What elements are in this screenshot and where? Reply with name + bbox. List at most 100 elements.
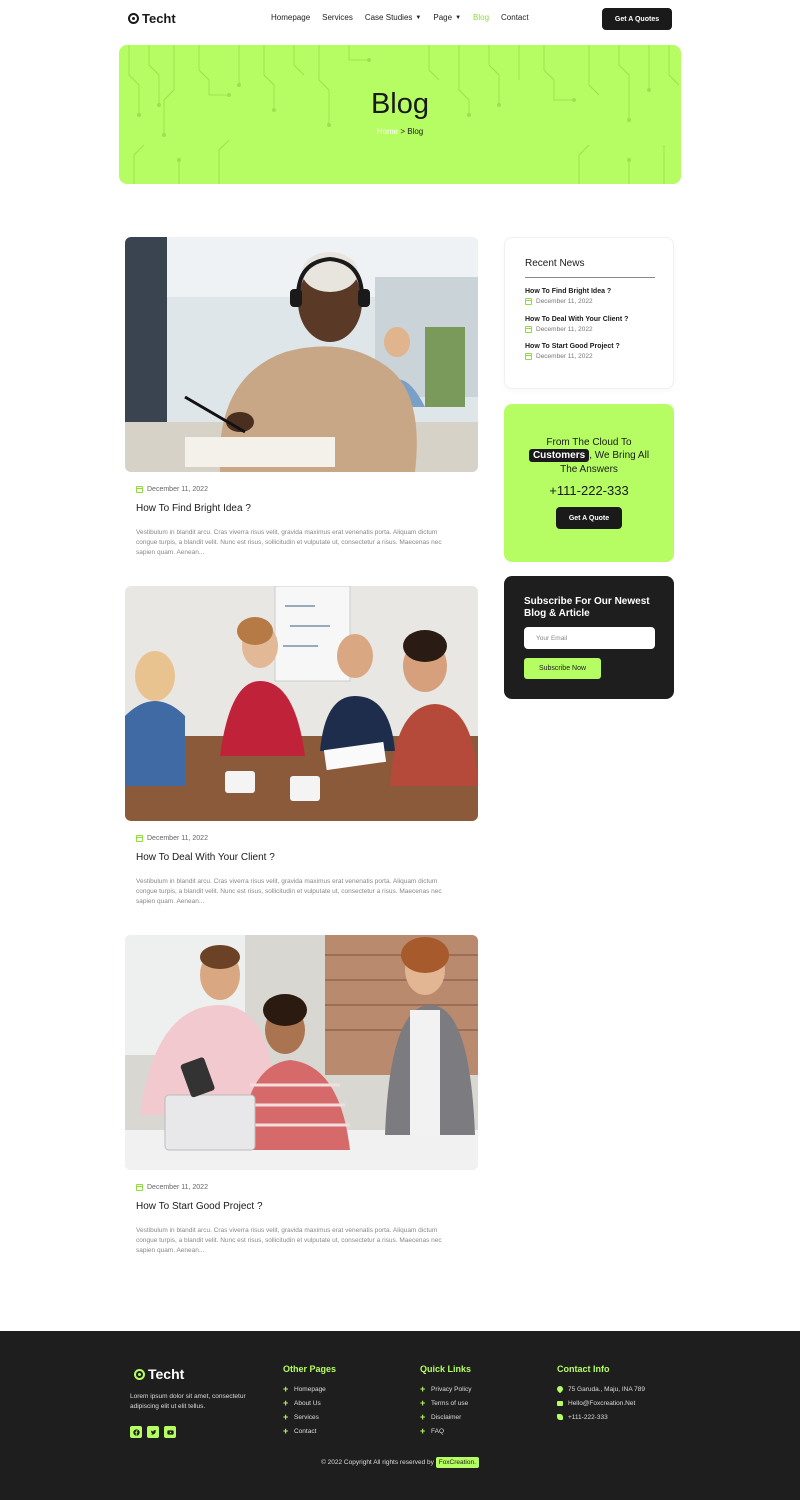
- subscribe-widget: Subscribe For Our Newest Blog & Article …: [504, 576, 674, 699]
- footer-contact-info: Contact Info 75 Garuda., Maju, INA 789 H…: [555, 1364, 645, 1424]
- post-date: December 11, 2022: [136, 835, 208, 842]
- post-date: December 11, 2022: [136, 486, 208, 493]
- page-title: Blog: [370, 88, 430, 120]
- footer-link-homepage[interactable]: + Homepage: [283, 1382, 336, 1396]
- site-footer: Techt Lorem ipsum dolor sit amet, consec…: [0, 1331, 800, 1500]
- recent-news-heading: Recent News: [525, 258, 585, 269]
- breadcrumb-current: Blog: [407, 127, 424, 136]
- news-item-link[interactable]: How To Find Bright Idea ?: [525, 288, 611, 295]
- blog-post: December 11, 2022 How To Find Bright Ide…: [125, 237, 478, 556]
- news-item-link[interactable]: How To Deal With Your Client ?: [525, 316, 628, 323]
- nav-label: Services: [322, 13, 353, 22]
- news-date-text: December 11, 2022: [536, 353, 593, 360]
- post-image[interactable]: [125, 935, 478, 1170]
- footer-column-title: Other Pages: [283, 1364, 337, 1374]
- post-date-text: December 11, 2022: [147, 835, 208, 842]
- main-nav: Homepage Services Case Studies ▼ Page ▼ Bl…: [271, 13, 529, 22]
- plus-icon: +: [420, 1426, 426, 1436]
- calendar-icon: [525, 326, 532, 333]
- plus-icon: +: [283, 1426, 289, 1436]
- plus-icon: +: [420, 1398, 426, 1408]
- footer-logo[interactable]: Techt: [134, 1366, 184, 1382]
- post-excerpt: Vestibulum in blandit arcu. Cras viverra…: [136, 878, 442, 905]
- contact-phone-text: +111-222-333: [568, 1413, 608, 1421]
- news-item: How To Start Good Project ? December 11,…: [525, 343, 620, 360]
- blog-post: December 11, 2022 How To Deal With Your …: [125, 586, 478, 905]
- footer-link-terms[interactable]: + Terms of use: [420, 1396, 471, 1410]
- post-date-text: December 11, 2022: [147, 486, 208, 493]
- copyright-brand-link[interactable]: FoxCreation.: [435, 1457, 479, 1468]
- calendar-icon: [525, 298, 532, 305]
- plus-icon: +: [283, 1398, 289, 1408]
- cta-highlight-badge: Customers: [528, 449, 590, 462]
- footer-link-privacy[interactable]: + Privacy Policy: [420, 1382, 471, 1396]
- plus-icon: +: [420, 1412, 426, 1422]
- nav-label: Contact: [501, 13, 529, 22]
- email-field[interactable]: [524, 627, 655, 649]
- footer-column-title: Contact Info: [557, 1364, 610, 1374]
- subscribe-heading: Subscribe For Our Newest Blog & Article: [524, 596, 650, 619]
- post-title-link[interactable]: How To Deal With Your Client ?: [136, 852, 275, 863]
- footer-link-disclaimer[interactable]: + Disclaimer: [420, 1410, 471, 1424]
- logo[interactable]: Techt: [128, 11, 176, 26]
- youtube-icon[interactable]: [164, 1426, 176, 1438]
- twitter-icon[interactable]: [147, 1426, 159, 1438]
- phone-icon: [557, 1414, 563, 1420]
- news-item: How To Deal With Your Client ? December …: [525, 316, 628, 333]
- nav-contact[interactable]: Contact: [501, 13, 529, 22]
- cta-text-line2: Customers, We Bring All: [504, 449, 674, 462]
- post-title-link[interactable]: How To Find Bright Idea ?: [136, 503, 251, 514]
- nav-blog[interactable]: Blog: [473, 13, 489, 22]
- logo-icon: [134, 1368, 145, 1380]
- nav-label: Page: [433, 13, 453, 22]
- news-item: How To Find Bright Idea ? December 11, 2…: [525, 288, 611, 305]
- breadcrumb-separator: >: [398, 127, 408, 136]
- calendar-icon: [136, 1184, 143, 1191]
- footer-link-label: Contact: [294, 1427, 317, 1435]
- nav-label: Homepage: [271, 13, 311, 22]
- footer-link-about[interactable]: + About Us: [283, 1396, 336, 1410]
- nav-services[interactable]: Services: [322, 13, 353, 22]
- post-image[interactable]: [125, 237, 478, 472]
- footer-about-text: Lorem ipsum dolor sit amet, consectetur …: [130, 1393, 246, 1410]
- divider: [525, 277, 655, 278]
- recent-news-widget: Recent News How To Find Bright Idea ? De…: [504, 237, 674, 389]
- footer-link-label: Services: [294, 1413, 319, 1421]
- nav-case-studies[interactable]: Case Studies ▼: [365, 13, 422, 22]
- calendar-icon: [525, 353, 532, 360]
- news-date-text: December 11, 2022: [536, 298, 593, 305]
- get-quote-button[interactable]: Get A Quote: [556, 507, 622, 529]
- nav-page[interactable]: Page ▼: [433, 13, 461, 22]
- cta-text-rest: , We Bring All: [589, 450, 650, 461]
- contact-phone[interactable]: +111-222-333: [557, 1410, 645, 1424]
- calendar-icon: [136, 486, 143, 493]
- post-image[interactable]: [125, 586, 478, 821]
- news-item-date: December 11, 2022: [525, 353, 620, 360]
- contact-address: 75 Garuda., Maju, INA 789: [555, 1382, 645, 1396]
- plus-icon: +: [283, 1384, 289, 1394]
- cta-text-line3: The Answers: [560, 464, 618, 475]
- footer-link-contact[interactable]: + Contact: [283, 1424, 336, 1438]
- post-title-link[interactable]: How To Start Good Project ?: [136, 1201, 263, 1212]
- caret-down-icon: ▼: [455, 14, 462, 21]
- get-quotes-button[interactable]: Get A Quotes: [602, 8, 672, 30]
- post-excerpt: Vestibulum in blandit arcu. Cras viverra…: [136, 1227, 442, 1254]
- contact-email-text: Hello@Foxcreation.Net: [568, 1399, 636, 1407]
- subscribe-button[interactable]: Subscribe Now: [524, 658, 601, 679]
- news-item-date: December 11, 2022: [525, 298, 611, 305]
- nav-homepage[interactable]: Homepage: [271, 13, 310, 22]
- site-header: Techt Homepage Services Case Studies ▼ Pa…: [0, 0, 800, 38]
- breadcrumb-home-link[interactable]: Home: [377, 127, 398, 136]
- footer-link-services[interactable]: + Services: [283, 1410, 336, 1424]
- contact-email[interactable]: Hello@Foxcreation.Net: [557, 1396, 645, 1410]
- footer-link-label: Privacy Policy: [431, 1385, 472, 1393]
- facebook-icon[interactable]: [130, 1426, 142, 1438]
- logo-icon: [128, 13, 139, 24]
- cta-widget: From The Cloud To Customers, We Bring Al…: [504, 404, 674, 562]
- footer-link-faq[interactable]: + FAQ: [420, 1424, 471, 1438]
- location-pin-icon: [555, 1384, 565, 1394]
- news-item-link[interactable]: How To Start Good Project ?: [525, 343, 620, 350]
- post-date: December 11, 2022: [136, 1184, 208, 1191]
- breadcrumb: Home > Blog: [119, 127, 681, 136]
- plus-icon: +: [283, 1412, 289, 1422]
